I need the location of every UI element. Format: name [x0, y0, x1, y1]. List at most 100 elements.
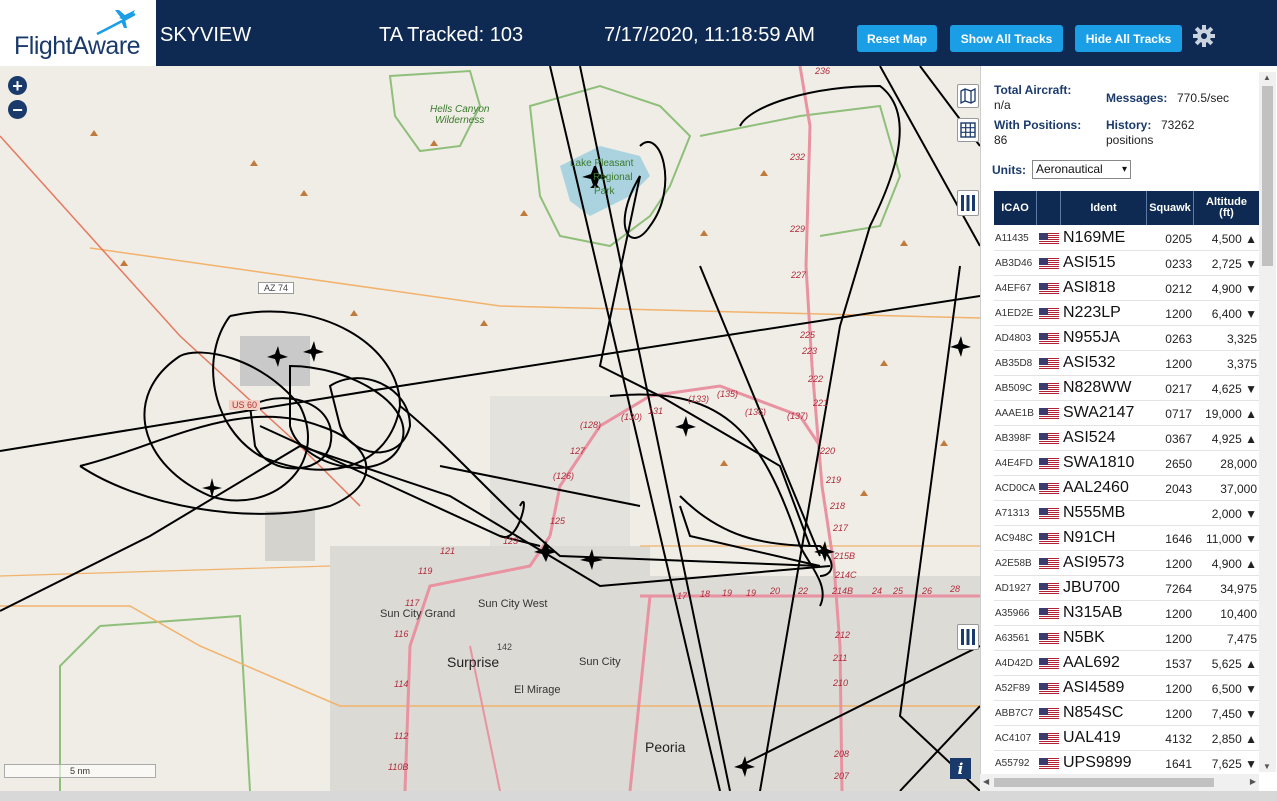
altitude-cell: 6,500 ▼ [1211, 682, 1257, 696]
table-row[interactable]: AAAE1B SWA2147 0717 19,000 ▲ [994, 401, 1259, 426]
exit-label: 19 [722, 588, 733, 598]
squawk-cell: 0217 [1165, 382, 1192, 396]
label-az74: AZ 74 [258, 282, 295, 294]
table-row[interactable]: ABB7C7 N854SC 1200 7,450 ▼ [994, 701, 1259, 726]
squawk-cell: 7264 [1165, 582, 1192, 596]
reset-map-button[interactable]: Reset Map [857, 25, 937, 52]
table-row[interactable]: ACD0CA AAL2460 2043 37,000 [994, 476, 1259, 501]
table-row[interactable]: AC4107 UAL419 4132 2,850 ▲ [994, 726, 1259, 751]
table-row[interactable]: A1ED2E N223LP 1200 6,400 ▼ [994, 301, 1259, 326]
exit-label: (130) [621, 412, 643, 422]
table-row[interactable]: A63561 N5BK 1200 7,475 [994, 626, 1259, 651]
info-button[interactable]: i [950, 758, 971, 779]
squawk-cell: 0233 [1165, 257, 1192, 271]
icao-cell: AD1927 [995, 583, 1032, 594]
units-select[interactable]: Aeronautical ▾ [1032, 160, 1131, 179]
history-unit: positions [1106, 133, 1154, 147]
table-row[interactable]: A4E4FD SWA1810 2650 28,000 [994, 451, 1259, 476]
ident-cell: ASI515 [1063, 254, 1116, 271]
icao-cell: A4E4FD [995, 458, 1033, 469]
ident-cell: N955JA [1063, 329, 1120, 346]
panel-vertical-scrollbar[interactable]: ▲ ▼ [1259, 72, 1276, 772]
scroll-right-icon[interactable]: ▶ [1250, 777, 1256, 786]
table-row[interactable]: A11435 N169ME 0205 4,500 ▲ [994, 226, 1259, 251]
col-altitude[interactable]: Altitude (ft) [1194, 191, 1259, 225]
altitude-cell: 4,900 ▲ [1211, 557, 1257, 571]
zoom-out-button[interactable]: − [8, 100, 27, 119]
us-flag-icon [1039, 232, 1059, 245]
panel-toggle-button[interactable] [957, 624, 979, 650]
table-row[interactable]: AB3D46 ASI515 0233 2,725 ▼ [994, 251, 1259, 276]
columns-toggle-button[interactable] [957, 190, 979, 216]
squawk-cell: 1200 [1165, 682, 1192, 696]
table-row[interactable]: AB398F ASI524 0367 4,925 ▲ [994, 426, 1259, 451]
scroll-left-icon[interactable]: ◀ [983, 777, 989, 786]
columns-icon [961, 195, 975, 211]
zoom-in-button[interactable]: + [8, 76, 27, 95]
us-flag-icon [1039, 407, 1059, 420]
icao-cell: AC4107 [995, 733, 1032, 744]
icao-cell: A4D42D [995, 658, 1033, 669]
messages-label: Messages: [1106, 91, 1168, 105]
table-row[interactable]: AB35D8 ASI532 1200 3,375 [994, 351, 1259, 376]
scroll-up-icon[interactable]: ▲ [1263, 73, 1271, 82]
exit-label: 123 [503, 536, 519, 546]
exit-label: 112 [394, 731, 409, 741]
us-flag-icon [1039, 382, 1059, 395]
gear-icon[interactable] [1192, 24, 1216, 48]
exit-label: 22 [798, 586, 809, 596]
altitude-cell: 7,625 ▼ [1211, 757, 1257, 771]
map-layers-button[interactable] [957, 84, 979, 108]
panel-horizontal-scrollbar[interactable]: ◀ ▶ [980, 774, 1259, 791]
exit-label: 121 [440, 546, 456, 556]
us-flag-icon [1039, 307, 1059, 320]
map-canvas[interactable]: Hells Canyon Wilderness Lake Pleasant Re… [0, 66, 980, 791]
us-flag-icon [1039, 757, 1059, 770]
col-squawk[interactable]: Squawk [1147, 191, 1194, 225]
grid-toggle-button[interactable] [957, 118, 979, 142]
table-row[interactable]: A55792 UPS9899 1641 7,625 ▼ [994, 751, 1259, 776]
table-row[interactable]: A4D42D AAL692 1537 5,625 ▲ [994, 651, 1259, 676]
squawk-cell: 1646 [1165, 532, 1192, 546]
us-flag-icon [1039, 457, 1059, 470]
table-row[interactable]: AD1927 JBU700 7264 34,975 [994, 576, 1259, 601]
label-park: Park [594, 186, 615, 197]
label-sun-city-grand: Sun City Grand [380, 608, 456, 620]
altitude-cell: 7,475 [1226, 632, 1257, 646]
table-row[interactable]: AB509C N828WW 0217 4,625 ▼ [994, 376, 1259, 401]
table-row[interactable]: A4EF67 ASI818 0212 4,900 ▼ [994, 276, 1259, 301]
ident-cell: N854SC [1063, 704, 1124, 721]
flightaware-logo[interactable]: FlightAware [0, 0, 156, 66]
squawk-cell: 4132 [1165, 732, 1192, 746]
app-title: SKYVIEW [160, 24, 252, 46]
show-all-tracks-button[interactable]: Show All Tracks [950, 25, 1063, 52]
table-row[interactable]: A35966 N315AB 1200 10,400 [994, 601, 1259, 626]
hide-all-tracks-button[interactable]: Hide All Tracks [1075, 25, 1182, 52]
table-row[interactable]: A2E58B ASI9573 1200 4,900 ▲ [994, 551, 1259, 576]
icao-cell: AC948C [995, 533, 1033, 544]
col-flag[interactable] [1037, 191, 1061, 225]
ident-cell: N828WW [1063, 379, 1132, 396]
table-row[interactable]: AD4803 N955JA 0263 3,325 [994, 326, 1259, 351]
label-hells-canyon: Hells Canyon [430, 104, 490, 115]
scroll-down-icon[interactable]: ▼ [1263, 762, 1271, 771]
exit-label: 20 [770, 586, 781, 596]
col-altitude-unit: (ft) [1219, 207, 1234, 219]
scroll-thumb[interactable] [994, 778, 1214, 787]
table-row[interactable]: A52F89 ASI4589 1200 6,500 ▼ [994, 676, 1259, 701]
logo-text: FlightAware [14, 32, 141, 60]
label-142: 142 [497, 642, 513, 652]
col-icao[interactable]: ICAO [994, 191, 1037, 225]
altitude-cell: 4,500 ▲ [1211, 232, 1257, 246]
table-row[interactable]: A71313 N555MB 2,000 ▼ [994, 501, 1259, 526]
top-bar: FlightAware SKYVIEW TA Tracked: 103 7/17… [0, 0, 1277, 66]
exit-label: 131 [648, 406, 664, 416]
label-wilderness: Wilderness [435, 115, 485, 126]
exit-label: 232 [790, 152, 806, 162]
us-flag-icon [1039, 582, 1059, 595]
table-row[interactable]: AC948C N91CH 1646 11,000 ▼ [994, 526, 1259, 551]
scroll-thumb[interactable] [1262, 86, 1273, 266]
ident-cell: N169ME [1063, 229, 1126, 246]
col-ident[interactable]: Ident [1061, 191, 1147, 225]
exit-label: 127 [570, 446, 586, 456]
